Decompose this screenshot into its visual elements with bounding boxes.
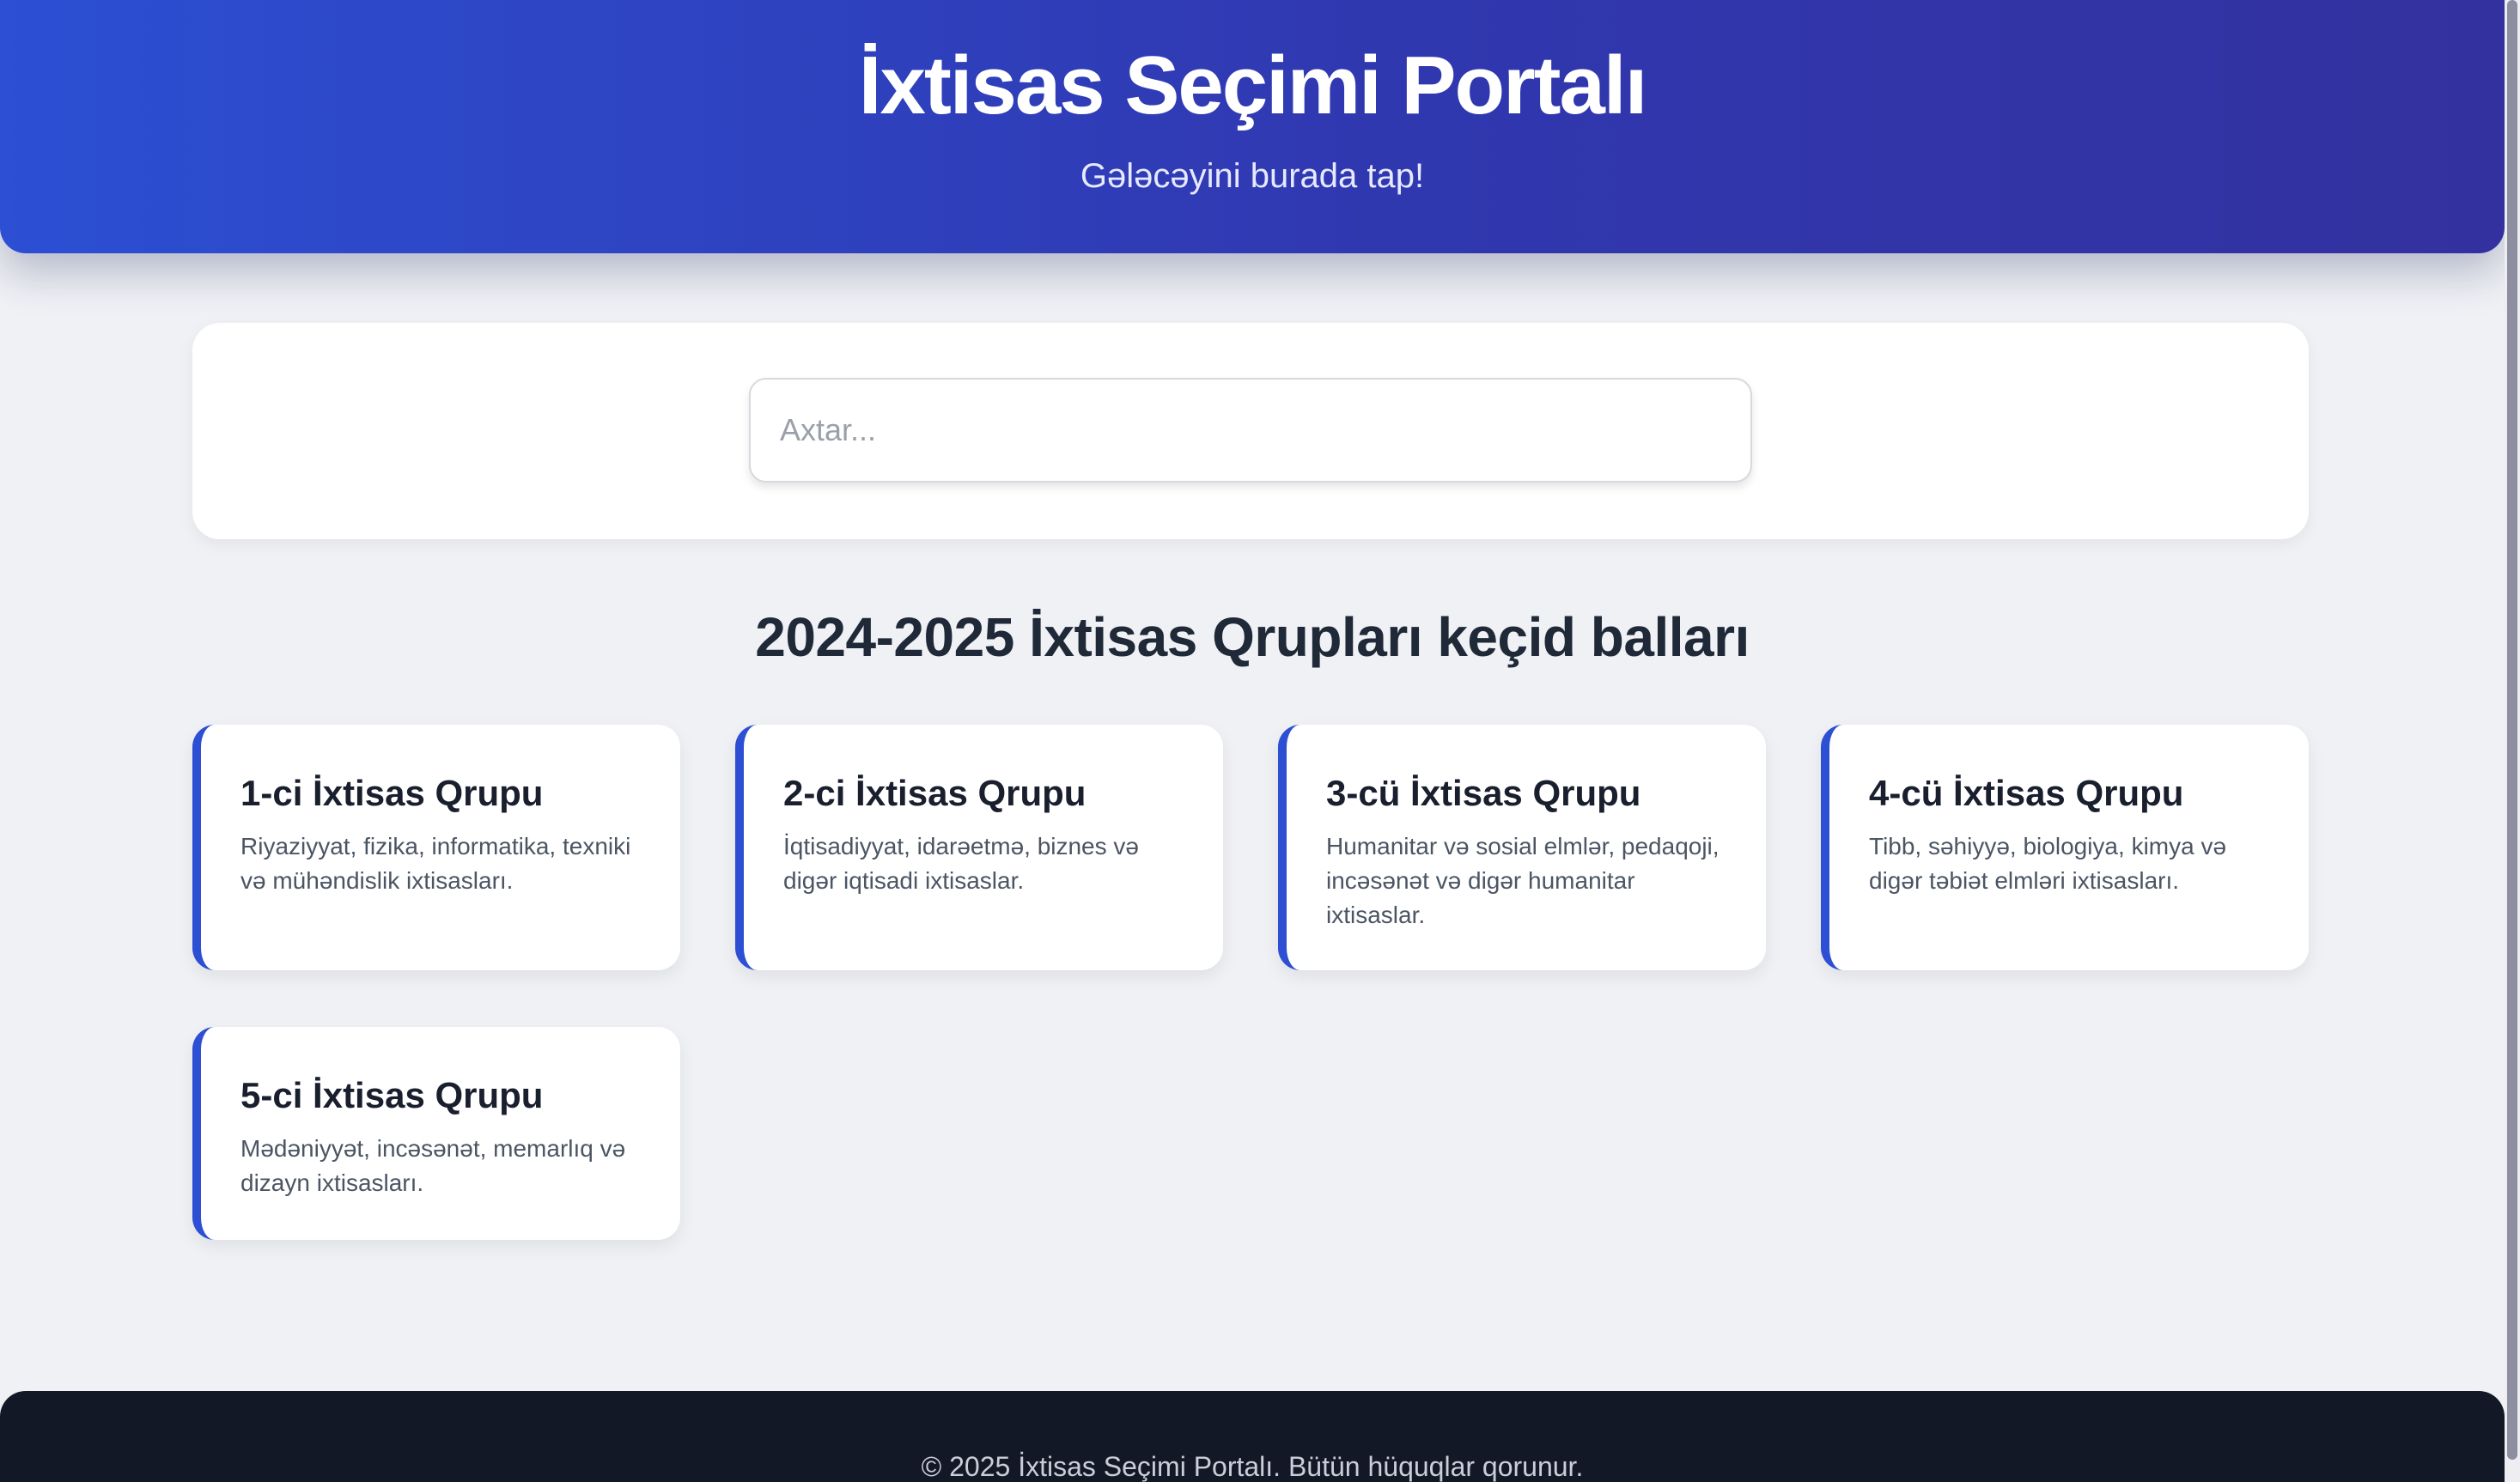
vertical-scrollbar[interactable] (2505, 0, 2520, 1482)
site-title: İxtisas Seçimi Portalı (858, 39, 1647, 131)
group-card-description: Mədəniyyət, incəsənət, memarlıq və dizay… (240, 1135, 626, 1196)
group-card-1[interactable]: 1-ci İxtisas Qrupu Riyaziyyat, fizika, i… (192, 725, 680, 970)
scrollbar-thumb[interactable] (2507, 0, 2517, 1460)
search-input[interactable] (749, 378, 1752, 483)
site-header: İxtisas Seçimi Portalı Gələcəyini burada… (0, 0, 2505, 253)
group-card-2[interactable]: 2-ci İxtisas Qrupu İqtisadiyyat, idarəet… (735, 725, 1223, 970)
page: İxtisas Seçimi Portalı Gələcəyini burada… (0, 0, 2520, 1482)
group-card-5[interactable]: 5-ci İxtisas Qrupu Mədəniyyət, incəsənət… (192, 1027, 680, 1240)
section-title: 2024-2025 İxtisas Qrupları keçid balları (755, 606, 1750, 668)
search-panel (192, 323, 2309, 539)
site-footer: © 2025 İxtisas Seçimi Portalı. Bütün hüq… (0, 1391, 2505, 1482)
group-card-title: 4-cü İxtisas Qrupu (1869, 773, 2184, 813)
group-card-title: 3-cü İxtisas Qrupu (1326, 773, 1641, 813)
group-card-title: 2-ci İxtisas Qrupu (783, 773, 1087, 813)
group-card-3[interactable]: 3-cü İxtisas Qrupu Humanitar və sosial e… (1278, 725, 1766, 970)
group-card-description: Tibb, səhiyyə, biologiya, kimya və digər… (1869, 833, 2227, 894)
group-card-description: Humanitar və sosial elmlər, pedaqoji, in… (1326, 833, 1720, 928)
group-card-title: 1-ci İxtisas Qrupu (240, 773, 544, 813)
group-card-4[interactable]: 4-cü İxtisas Qrupu Tibb, səhiyyə, biolog… (1821, 725, 2309, 970)
group-card-description: Riyaziyyat, fizika, informatika, texniki… (240, 833, 631, 894)
group-card-description: İqtisadiyyat, idarəetmə, biznes və digər… (783, 833, 1139, 894)
site-subtitle: Gələcəyini burada tap! (1080, 157, 1425, 195)
footer-copyright: © 2025 İxtisas Seçimi Portalı. Bütün hüq… (921, 1451, 1584, 1482)
group-card-title: 5-ci İxtisas Qrupu (240, 1075, 544, 1115)
